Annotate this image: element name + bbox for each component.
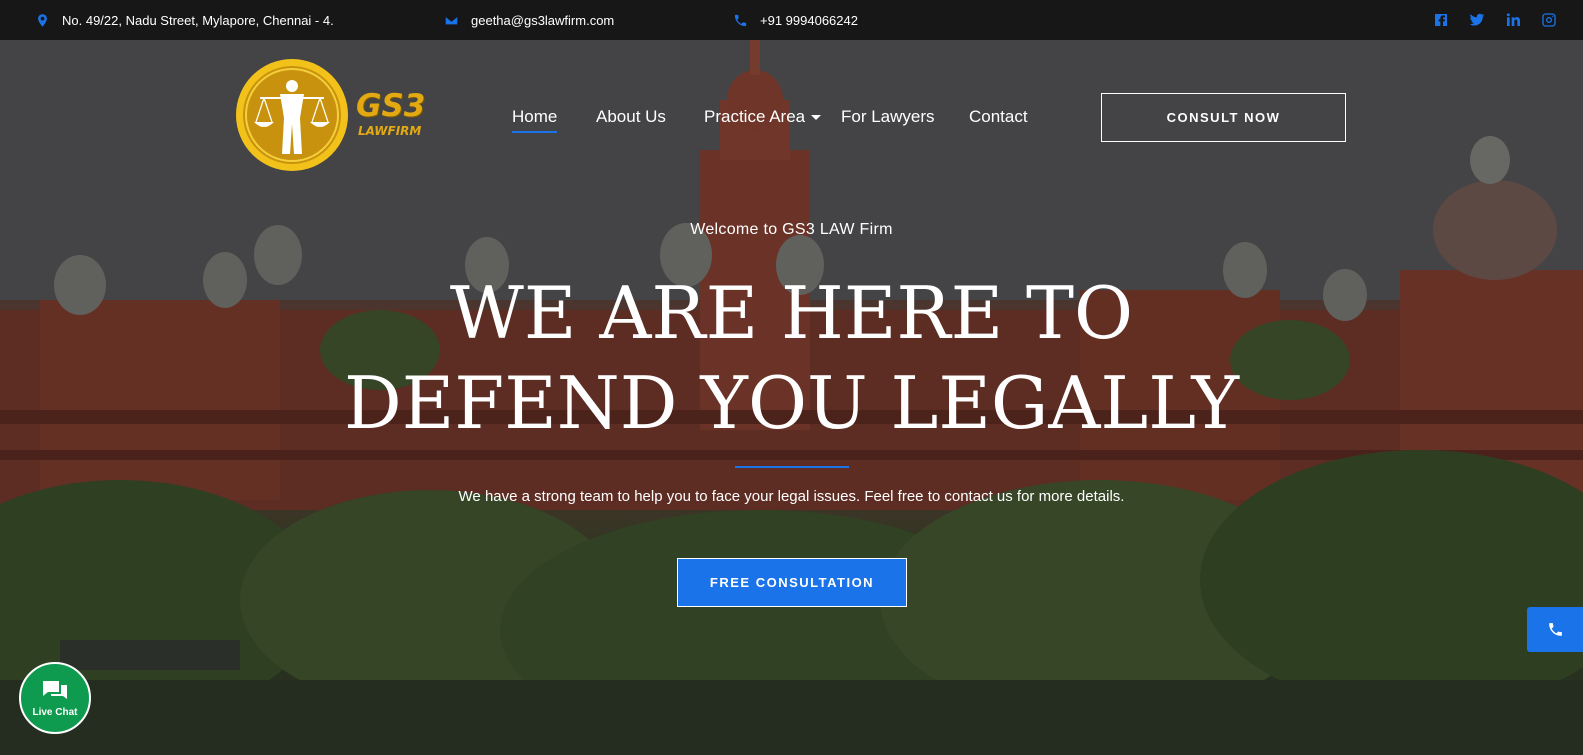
top-bar: No. 49/22, Nadu Street, Mylapore, Chenna… [0,0,1583,40]
hero-headline: WE ARE HERE TO DEFEND YOU LEGALLY [0,268,1583,448]
chevron-down-icon [811,115,822,121]
live-chat-button[interactable]: Live Chat [19,662,91,734]
headline-line-2: DEFEND YOU LEGALLY [344,361,1239,445]
linkedin-icon[interactable] [1504,12,1521,29]
free-consultation-button[interactable]: FREE CONSULTATION [677,558,907,607]
address-text: No. 49/22, Nadu Street, Mylapore, Chenna… [62,12,334,28]
nav-practice-area-label: Practice Area [704,107,806,126]
consult-now-button[interactable]: CONSULT NOW [1101,93,1346,142]
nav-for-lawyers[interactable]: For Lawyers [841,107,935,127]
social-links [1432,0,1557,40]
phone-icon [732,12,748,28]
instagram-icon[interactable] [1540,12,1557,29]
hero-section: GS3 LAWFIRM Home About Us Practice Area … [0,40,1583,755]
phone-link[interactable]: +91 9994066242 [760,13,858,28]
nav-about-us[interactable]: About Us [596,107,666,127]
nav-practice-area[interactable]: Practice Area [704,107,822,127]
facebook-icon[interactable] [1432,12,1449,29]
welcome-text: Welcome to GS3 LAW Firm [690,221,893,238]
headline-divider [735,466,849,468]
phone-item[interactable]: +91 9994066242 [732,0,858,40]
phone-icon [1548,623,1562,636]
chat-bubbles-icon [43,680,67,699]
gs3-logo[interactable]: GS3 LAWFIRM [234,58,434,174]
live-chat-label: Live Chat [32,706,78,718]
email-item[interactable]: geetha@gs3lawfirm.com [443,0,614,40]
logo-text: GS3 [356,88,426,124]
nav-contact[interactable]: Contact [969,107,1028,127]
envelope-icon [443,12,459,28]
hero-subtext: We have a strong team to help you to fac… [458,488,1125,505]
nav-home[interactable]: Home [512,107,558,133]
twitter-icon[interactable] [1468,12,1485,29]
email-link[interactable]: geetha@gs3lawfirm.com [471,13,614,28]
address-item: No. 49/22, Nadu Street, Mylapore, Chenna… [34,0,334,40]
call-float-button[interactable] [1527,607,1583,652]
map-marker-icon [34,12,50,28]
logo-subtext: LAWFIRM [358,124,422,138]
headline-line-1: WE ARE HERE TO [449,271,1134,355]
